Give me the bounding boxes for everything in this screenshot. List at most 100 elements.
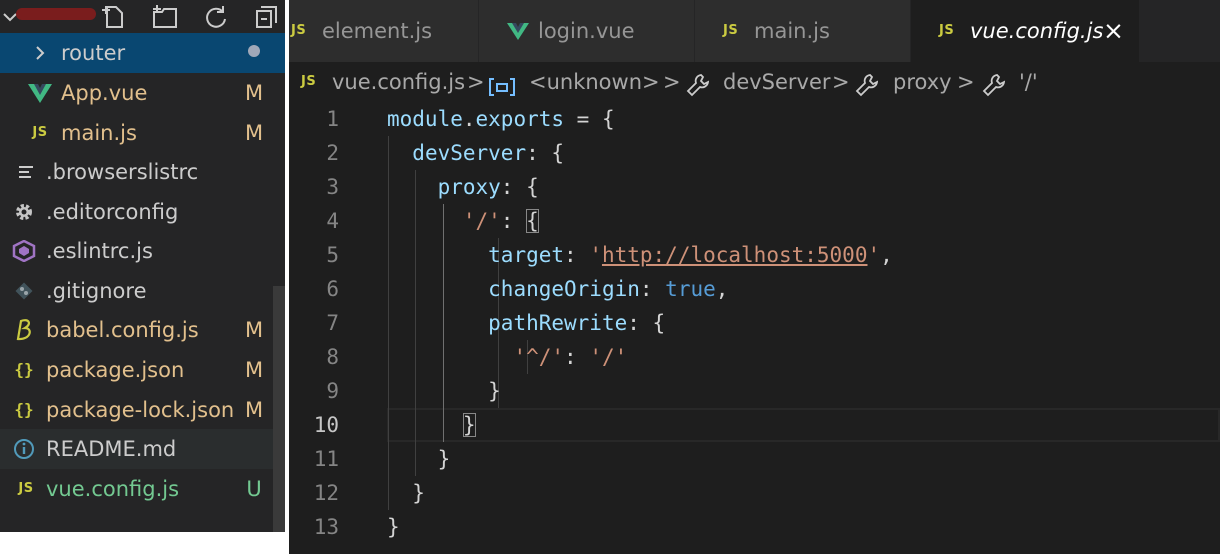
- line-source: }: [387, 408, 476, 442]
- breadcrumb-item-unknown[interactable]: <unknown>: [529, 62, 660, 102]
- vue-file-icon: [507, 0, 529, 62]
- explorer-scrollbar[interactable]: [273, 286, 285, 532]
- code-token: ': [589, 243, 602, 267]
- code-token: :: [564, 243, 590, 267]
- explorer-item-app-vue[interactable]: App.vue M: [0, 73, 285, 113]
- explorer-item-label: .eslintrc.js: [46, 239, 153, 263]
- code-line[interactable]: 11 }: [289, 442, 1220, 476]
- breadcrumb-file[interactable]: vue.config.js: [332, 62, 465, 102]
- line-number: 13: [313, 515, 339, 539]
- breadcrumb-item-devserver[interactable]: devServer: [723, 62, 831, 102]
- line-number: 5: [326, 243, 339, 267]
- explorer-item-eslintrc[interactable]: .eslintrc.js: [0, 231, 285, 271]
- explorer-item-label: .editorconfig: [46, 200, 179, 224]
- line-number: 11: [313, 447, 339, 471]
- wrench-icon: [855, 70, 879, 97]
- code-token: = {: [564, 107, 615, 131]
- breadcrumb-separator: >: [832, 70, 850, 94]
- code-token: proxy: [437, 175, 501, 199]
- code-line[interactable]: 3 proxy: {: [289, 170, 1220, 204]
- git-status-badge: M: [244, 358, 264, 382]
- code-line[interactable]: 7 pathRewrite: {: [289, 306, 1220, 340]
- code-line[interactable]: 1 module.exports = {: [289, 102, 1220, 136]
- matched-bracket: {: [526, 209, 539, 233]
- explorer-item-package-json[interactable]: {} package.json M: [0, 350, 285, 390]
- chevron-right-icon: [28, 33, 52, 73]
- line-number: 8: [326, 345, 339, 369]
- breadcrumb: JS vue.config.js > <unknown> > devServer…: [289, 62, 1220, 102]
- explorer-item-editorconfig[interactable]: .editorconfig: [0, 192, 285, 232]
- code-line[interactable]: 12 }: [289, 476, 1220, 510]
- code-token: http://localhost:5000: [601, 243, 868, 267]
- redacted-project-name: [16, 8, 96, 20]
- gear-icon: [12, 192, 36, 232]
- code-line[interactable]: 9 }: [289, 374, 1220, 408]
- explorer-item-label: .gitignore: [46, 279, 147, 303]
- line-source: }: [387, 374, 501, 408]
- explorer-item-label: README.md: [46, 437, 177, 461]
- code-token: pathRewrite: [488, 311, 628, 335]
- info-icon: [12, 429, 36, 469]
- breadcrumb-item-proxy[interactable]: proxy: [893, 62, 952, 102]
- js-file-icon: JS: [291, 23, 307, 38]
- line-number: 9: [326, 379, 339, 403]
- explorer-item-readme[interactable]: README.md: [0, 429, 285, 469]
- explorer-item-router[interactable]: router: [0, 33, 285, 73]
- code-token: '/': [589, 345, 628, 369]
- git-icon: [12, 271, 36, 311]
- close-tab-icon[interactable]: ×: [1103, 0, 1124, 62]
- code-token: true: [665, 277, 716, 301]
- explorer-item-browserslistrc[interactable]: .browserslistrc: [0, 152, 285, 192]
- line-source: pathRewrite: {: [387, 306, 665, 340]
- new-folder-icon[interactable]: [152, 4, 178, 30]
- code-line[interactable]: 8 '^/': '/': [289, 340, 1220, 374]
- line-source: proxy: {: [387, 170, 539, 204]
- breadcrumb-separator: >: [957, 70, 975, 94]
- code-line[interactable]: 10 }: [289, 408, 1220, 442]
- breadcrumb-item-slash[interactable]: '/': [1019, 62, 1038, 102]
- code-line[interactable]: 13}: [289, 510, 1220, 544]
- explorer-item-label: package-lock.json: [46, 398, 235, 422]
- line-source: }: [387, 442, 451, 476]
- code-line[interactable]: 4 '/': {: [289, 204, 1220, 238]
- code-token: module: [387, 107, 463, 131]
- breadcrumb-separator: >: [663, 70, 681, 94]
- code-token: : {: [627, 311, 666, 335]
- code-line[interactable]: 6 changeOrigin: true,: [289, 272, 1220, 306]
- explorer-item-babel-config[interactable]: babel.config.js M: [0, 310, 285, 350]
- explorer-item-vue-config[interactable]: JS vue.config.js U: [0, 469, 285, 509]
- json-file-icon: {}: [14, 400, 34, 419]
- refresh-icon[interactable]: [203, 4, 229, 30]
- tab-vue-config-js[interactable]: JS vue.config.js ×: [911, 0, 1140, 62]
- tab-label: vue.config.js: [970, 19, 1104, 43]
- code-token: target: [488, 243, 565, 267]
- line-number: 2: [326, 141, 339, 165]
- line-source: target: 'http://localhost:5000',: [387, 238, 893, 272]
- tab-bar: JS element.js login.vue JS main.js JS vu…: [289, 0, 1220, 62]
- code-editor[interactable]: 1 module.exports = {2 devServer: {3 proxy…: [289, 102, 1220, 554]
- wrench-icon: [686, 70, 710, 97]
- explorer-item-label: babel.config.js: [46, 318, 199, 342]
- tab-main-js[interactable]: JS main.js: [695, 0, 911, 62]
- code-token: }: [387, 379, 501, 403]
- code-token: }: [387, 481, 425, 505]
- new-file-icon[interactable]: [101, 4, 127, 30]
- code-token: }: [387, 447, 451, 471]
- js-file-icon: JS: [32, 125, 48, 140]
- json-file-icon: {}: [14, 360, 34, 379]
- explorer-item-package-lock-json[interactable]: {} package-lock.json M: [0, 390, 285, 430]
- collapse-all-icon[interactable]: [254, 4, 280, 30]
- tab-login-vue[interactable]: login.vue: [479, 0, 695, 62]
- explorer-item-gitignore[interactable]: .gitignore: [0, 271, 285, 311]
- explorer-item-main-js[interactable]: JS main.js M: [0, 113, 285, 153]
- js-file-icon: JS: [301, 74, 317, 89]
- code-token: : {: [526, 141, 565, 165]
- code-line[interactable]: 5 target: 'http://localhost:5000',: [289, 238, 1220, 272]
- tab-element-js[interactable]: JS element.js: [289, 0, 479, 62]
- code-line[interactable]: 2 devServer: {: [289, 136, 1220, 170]
